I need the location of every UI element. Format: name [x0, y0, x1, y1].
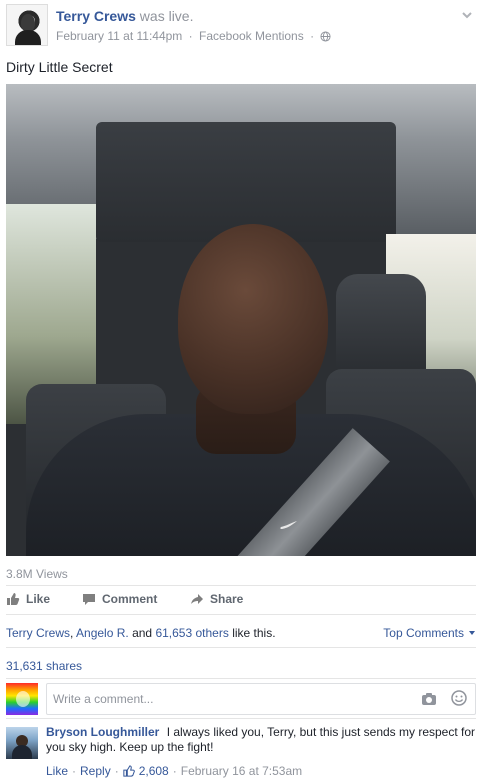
comment-reaction-count[interactable]: 2,608 [139, 764, 169, 778]
divider [6, 678, 476, 679]
divider [6, 718, 476, 719]
meta-separator-2: · [310, 29, 315, 43]
post-source: Facebook Mentions [198, 29, 304, 43]
liker-link[interactable]: Terry Crews [6, 626, 70, 640]
likes-summary: Terry Crews, Angelo R. and 61,653 others… [6, 626, 276, 640]
like-label: Like [26, 592, 51, 606]
view-count: 3.8M Views [6, 567, 68, 581]
comment-button[interactable]: Comment [82, 592, 157, 606]
caret-down-icon [469, 631, 475, 635]
meta-separator: · [188, 29, 193, 43]
shares-link[interactable]: 31,631 shares [6, 659, 82, 673]
likes-and: and [132, 626, 153, 640]
like-button[interactable]: Like [6, 592, 50, 606]
comment-meta: Like · Reply · 2,608 · February 16 at 7:… [46, 764, 302, 778]
smiley-icon[interactable] [451, 690, 467, 706]
top-comments-dropdown[interactable]: Top Comments [383, 626, 476, 640]
live-video[interactable] [6, 84, 476, 556]
comment-body: Bryson Loughmiller I always liked you, T… [46, 725, 476, 755]
share-arrow-icon [191, 594, 203, 604]
meta-dot: · [172, 764, 177, 778]
others-link[interactable]: 61,653 others [155, 626, 228, 640]
author-avatar[interactable] [6, 4, 48, 46]
thumbs-up-icon [7, 593, 20, 605]
viewer-avatar [6, 683, 38, 715]
comment-input[interactable]: Write a comment... [46, 683, 476, 715]
likes-suffix: like this. [232, 626, 276, 640]
likes-comma: , [70, 626, 74, 640]
author-action: was live. [139, 8, 194, 24]
divider [6, 585, 476, 586]
share-label: Share [210, 592, 244, 606]
comment-label: Comment [102, 592, 158, 606]
comment-reply-link[interactable]: Reply [80, 764, 111, 778]
author-line: Terry Crews was live. [56, 8, 193, 24]
facebook-post: Terry Crews was live. February 11 at 11:… [0, 0, 484, 778]
commenter-avatar[interactable] [6, 727, 38, 759]
post-text: Dirty Little Secret [6, 59, 113, 75]
meta-dot: · [114, 764, 119, 778]
comment-placeholder: Write a comment... [53, 692, 154, 706]
comment-like-link[interactable]: Like [46, 764, 68, 778]
avatar-figure [16, 691, 30, 707]
thumbs-up-outline-icon [123, 765, 135, 777]
globe-icon[interactable] [320, 31, 331, 42]
post-meta: February 11 at 11:44pm · Facebook Mentio… [56, 29, 331, 43]
author-name-link[interactable]: Terry Crews [56, 8, 136, 24]
camera-icon[interactable] [421, 692, 437, 706]
comment-icon [83, 594, 95, 605]
avatar-body [12, 745, 32, 759]
commenter-name-link[interactable]: Bryson Loughmiller [46, 725, 159, 739]
divider [6, 614, 476, 615]
video-head [178, 224, 328, 414]
share-button[interactable]: Share [190, 592, 243, 606]
top-comments-label: Top Comments [383, 626, 464, 640]
swoosh-logo-icon [280, 521, 297, 529]
liker-link[interactable]: Angelo R. [76, 626, 129, 640]
comment-timestamp-link[interactable]: February 16 at 7:53am [181, 764, 302, 778]
post-timestamp-link[interactable]: February 11 at 11:44pm [56, 29, 182, 43]
meta-dot: · [72, 764, 77, 778]
divider [6, 647, 476, 648]
chevron-down-icon[interactable] [460, 8, 474, 22]
avatar-body [15, 30, 41, 45]
